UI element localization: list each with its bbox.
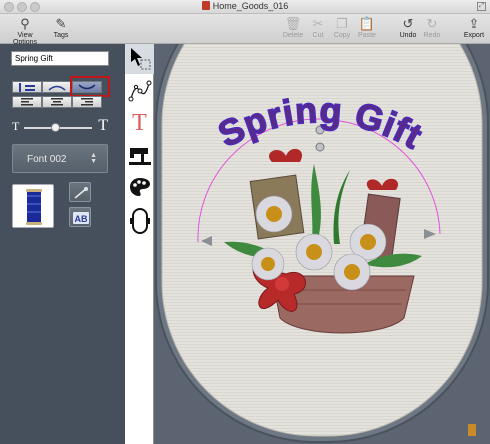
main-toolbar: ⚲ View Options ✎ Tags 🗑 Delete ✂ Cut ❐ C… xyxy=(0,14,490,46)
tag-icon: ✎ xyxy=(55,16,67,31)
hoop-icon xyxy=(129,208,150,234)
large-size-icon: T xyxy=(98,117,108,134)
copy-button[interactable]: ❐ Copy xyxy=(330,16,354,39)
delete-button[interactable]: 🗑 Delete xyxy=(281,16,305,39)
undo-icon: ↺ xyxy=(402,16,414,31)
arrow-cursor-icon xyxy=(130,48,150,70)
needle-icon xyxy=(74,187,88,199)
design-canvas[interactable]: Spring Gift xyxy=(154,44,490,444)
fullscreen-icon[interactable]: ⤢ xyxy=(477,2,486,11)
font-selector-label: Font 002 xyxy=(27,154,67,165)
text-properties-panel: T T Font 002 ▲▼ AB xyxy=(0,44,125,444)
copy-icon: ❐ xyxy=(336,16,348,31)
small-size-icon: T xyxy=(12,119,20,133)
scissors-icon: ✂ xyxy=(312,16,324,31)
title-bar: Home_Goods_016 ⤢ xyxy=(0,0,490,14)
redo-icon: ↻ xyxy=(426,16,438,31)
align-left-button[interactable] xyxy=(12,96,42,108)
share-icon: ⇪ xyxy=(468,16,480,31)
svg-text:AB: AB xyxy=(75,214,88,224)
arc-up-text-button[interactable] xyxy=(42,81,72,93)
bezier-nodes-icon xyxy=(128,80,151,102)
embroidery-hoop: Spring Gift xyxy=(155,44,489,443)
hoop-size-marker-icon xyxy=(468,424,476,436)
hoop-tool-button[interactable] xyxy=(125,206,154,236)
paste-icon: 📋 xyxy=(358,16,376,31)
view-options-button[interactable]: ⚲ View Options xyxy=(5,16,45,46)
text-tool-icon: T xyxy=(132,110,147,136)
straight-text-icon xyxy=(19,82,35,92)
select-tool-button[interactable] xyxy=(125,44,154,74)
undo-button[interactable]: ↺ Undo xyxy=(397,16,419,39)
tags-button[interactable]: ✎ Tags xyxy=(49,16,73,39)
selected-tool-highlight xyxy=(70,76,110,97)
letter-spacing-button[interactable]: AB xyxy=(69,207,91,227)
shape-tool-button[interactable] xyxy=(125,76,154,106)
paste-button[interactable]: 📋 Paste xyxy=(355,16,379,39)
align-left-icon xyxy=(21,98,33,106)
letter-ab-icon: AB xyxy=(73,212,89,224)
text-size-slider[interactable]: T T xyxy=(12,117,108,135)
alignment-group xyxy=(12,96,102,108)
palette-icon xyxy=(129,178,150,196)
align-right-button[interactable] xyxy=(72,96,102,108)
text-tool-button[interactable]: T xyxy=(125,108,154,138)
window-title: Home_Goods_016 xyxy=(0,1,490,11)
arc-center-handle[interactable] xyxy=(315,142,325,152)
align-center-button[interactable] xyxy=(42,96,72,108)
cut-button[interactable]: ✂ Cut xyxy=(307,16,329,39)
thread-spool-icon xyxy=(26,189,42,225)
magnifier-icon: ⚲ xyxy=(20,16,30,31)
text-input[interactable] xyxy=(11,51,109,66)
stitch-tool-button[interactable] xyxy=(125,140,154,170)
sewing-machine-icon xyxy=(128,148,151,165)
redo-button[interactable]: ↻ Redo xyxy=(421,16,443,39)
needle-tool-button[interactable] xyxy=(69,182,91,202)
color-tool-button[interactable] xyxy=(125,172,154,202)
thread-color-swatch[interactable] xyxy=(12,184,54,228)
align-right-icon xyxy=(81,98,93,106)
tool-column: T xyxy=(125,44,154,444)
trash-icon: 🗑 xyxy=(284,16,302,31)
slider-knob[interactable] xyxy=(50,123,60,132)
align-center-icon xyxy=(51,98,63,106)
stepper-chevron-icon: ▲ ▼ xyxy=(90,152,97,165)
arc-up-text-icon xyxy=(48,85,66,91)
export-button[interactable]: ⇪ Export xyxy=(461,16,487,39)
straight-text-button[interactable] xyxy=(12,81,42,93)
font-selector[interactable]: Font 002 ▲ ▼ xyxy=(12,144,108,173)
document-icon xyxy=(201,1,210,10)
